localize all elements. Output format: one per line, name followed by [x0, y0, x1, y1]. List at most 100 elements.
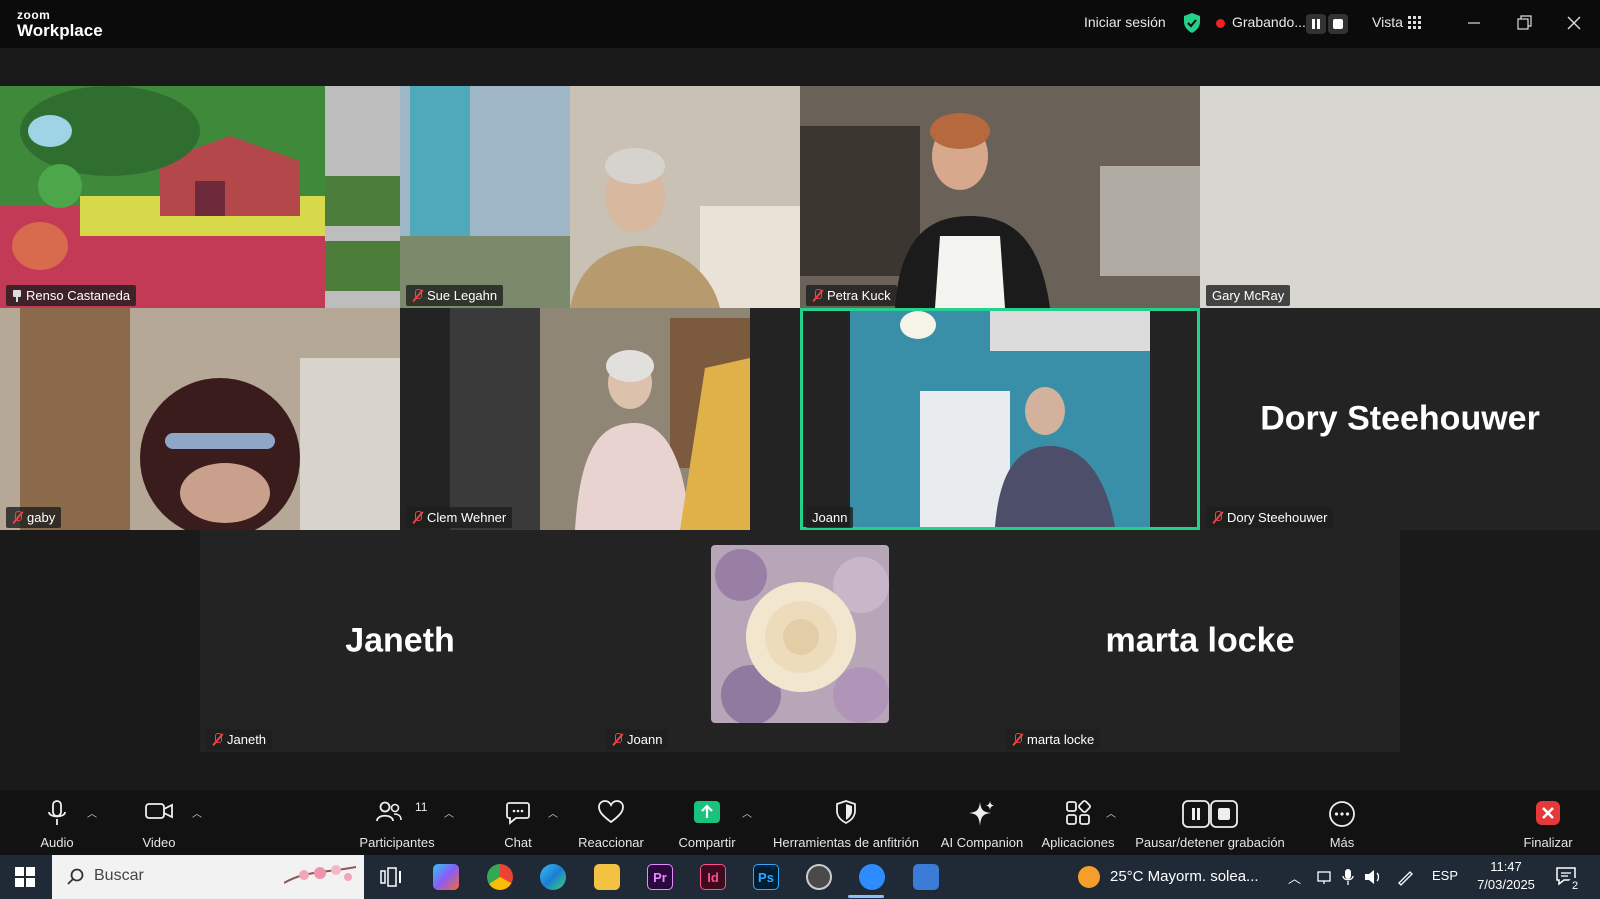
- signin-link[interactable]: Iniciar sesión: [1084, 14, 1166, 30]
- participant-name: gaby: [27, 510, 56, 525]
- petra-video-feed: [800, 86, 1200, 308]
- shield-check-icon[interactable]: [1183, 13, 1201, 33]
- search-highlight-image: [284, 865, 356, 884]
- zoom-taskbar-icon[interactable]: [859, 864, 885, 890]
- participant-name-tag: Clem Wehner: [406, 507, 513, 528]
- clem-video-feed: [450, 308, 750, 530]
- clock-date[interactable]: 7/03/2025: [1470, 877, 1542, 892]
- more-button[interactable]: Más: [1320, 790, 1364, 855]
- photos-icon[interactable]: [913, 864, 939, 890]
- heart-icon: [598, 800, 624, 824]
- stop-icon: [1333, 19, 1343, 29]
- indesign-icon[interactable]: Id: [700, 864, 726, 890]
- video-label: Video: [142, 835, 176, 850]
- ai-companion-button[interactable]: AI Companion: [938, 790, 1026, 855]
- participant-tile-active-speaker[interactable]: Joann: [800, 308, 1200, 530]
- apps-label: Aplicaciones: [1041, 835, 1115, 850]
- microphone-tray-icon[interactable]: [1342, 868, 1354, 886]
- participant-tile[interactable]: Gary McRay: [1200, 86, 1600, 308]
- host-tools-button[interactable]: Herramientas de anfitrión: [767, 790, 925, 855]
- participant-tile[interactable]: Clem Wehner: [400, 308, 800, 530]
- audio-options-chevron-up-icon[interactable]: ︿: [87, 805, 97, 820]
- participant-name-tag: Renso Castaneda: [6, 285, 137, 306]
- participants-button[interactable]: 11 Participantes: [355, 790, 439, 855]
- share-button[interactable]: Compartir: [672, 790, 742, 855]
- video-button[interactable]: Video: [132, 790, 186, 855]
- obs-icon[interactable]: [806, 864, 832, 890]
- network-icon[interactable]: [1316, 869, 1332, 885]
- pause-stop-recording-label: Pausar/detener grabación: [1135, 835, 1285, 850]
- mic-muted-icon: [1012, 733, 1023, 746]
- pen-icon[interactable]: [1396, 868, 1414, 886]
- participant-display-name: Dory Steehouwer: [1260, 399, 1540, 438]
- pause-recording-button[interactable]: [1306, 14, 1326, 34]
- participant-tile[interactable]: Joann: [600, 530, 1000, 752]
- end-x-icon: [1536, 801, 1560, 825]
- video-gallery: Renso Castaneda Sue Legahn Petra Kuck Ga…: [0, 48, 1600, 790]
- speaker-icon[interactable]: [1364, 869, 1382, 885]
- participants-count: 11: [415, 800, 428, 814]
- weather-text[interactable]: 25°C Mayorm. solea...: [1110, 868, 1259, 885]
- participant-name-tag: Joann: [606, 729, 669, 750]
- participant-tile[interactable]: Renso Castaneda: [0, 86, 400, 308]
- recording-dot-icon: [1216, 19, 1225, 28]
- app-logo: zoom Workplace: [17, 9, 103, 39]
- chat-icon: [506, 802, 530, 825]
- participant-tile[interactable]: Sue Legahn: [400, 86, 800, 308]
- close-icon[interactable]: [1560, 10, 1588, 36]
- participant-tile[interactable]: gaby: [0, 308, 400, 530]
- stop-recording-button[interactable]: [1328, 14, 1348, 34]
- participant-name: Petra Kuck: [827, 288, 891, 303]
- participant-name-tag: marta locke: [1006, 729, 1101, 750]
- weather-sun-icon[interactable]: [1078, 866, 1100, 888]
- more-icon: [1329, 801, 1355, 827]
- apps-options-chevron-up-icon[interactable]: ︿: [1106, 805, 1116, 820]
- notification-count-badge: 2: [1567, 878, 1583, 894]
- tray-chevron-up-icon[interactable]: ︿: [1288, 868, 1301, 887]
- apps-button[interactable]: Aplicaciones: [1036, 790, 1120, 855]
- premiere-icon[interactable]: Pr: [647, 864, 673, 890]
- grid-icon[interactable]: [1408, 16, 1421, 29]
- photoshop-icon[interactable]: Ps: [753, 864, 779, 890]
- video-options-chevron-up-icon[interactable]: ︿: [192, 805, 202, 820]
- participant-name-tag: Janeth: [206, 729, 273, 750]
- participants-options-chevron-up-icon[interactable]: ︿: [444, 805, 454, 820]
- file-explorer-icon[interactable]: [594, 864, 620, 890]
- participants-icon: [376, 801, 402, 822]
- share-options-chevron-up-icon[interactable]: ︿: [742, 805, 752, 820]
- participant-name: Joann: [812, 510, 848, 525]
- end-meeting-button[interactable]: Finalizar: [1516, 790, 1580, 855]
- task-view-icon[interactable]: [380, 866, 402, 888]
- gaby-video-feed: [0, 308, 400, 530]
- view-button[interactable]: Vista: [1372, 14, 1403, 30]
- participant-name-tag: Joann: [806, 507, 854, 528]
- sparkle-icon: [969, 801, 994, 826]
- logo-zoom: zoom: [17, 8, 51, 22]
- participant-tile[interactable]: Petra Kuck: [800, 86, 1200, 308]
- participant-tile[interactable]: Dory Steehouwer Dory Steehouwer: [1200, 308, 1600, 530]
- clock-time[interactable]: 11:47: [1476, 859, 1536, 874]
- chat-options-chevron-up-icon[interactable]: ︿: [548, 805, 558, 820]
- participant-name-tag: Sue Legahn: [406, 285, 504, 306]
- chat-button[interactable]: Chat: [495, 790, 541, 855]
- mic-muted-icon: [12, 511, 23, 524]
- participants-label: Participantes: [359, 835, 435, 850]
- chrome-icon[interactable]: [487, 864, 513, 890]
- participant-tile[interactable]: marta locke marta locke: [1000, 530, 1400, 752]
- restore-icon[interactable]: [1510, 10, 1538, 36]
- logo-workplace: Workplace: [17, 21, 103, 40]
- audio-button[interactable]: Audio: [30, 790, 84, 855]
- taskbar-search-box[interactable]: Buscar: [52, 855, 364, 899]
- pause-stop-recording-button[interactable]: Pausar/detener grabación: [1128, 790, 1292, 855]
- participant-name: Renso Castaneda: [26, 288, 131, 303]
- participant-name-tag: gaby: [6, 507, 62, 528]
- language-indicator[interactable]: ESP: [1432, 868, 1458, 883]
- participant-name: Sue Legahn: [427, 288, 498, 303]
- edge-icon[interactable]: [540, 864, 566, 890]
- windows-start-icon[interactable]: [15, 867, 35, 887]
- participant-tile[interactable]: Janeth Janeth: [200, 530, 600, 752]
- react-button[interactable]: Reaccionar: [573, 790, 649, 855]
- copilot-icon[interactable]: [433, 864, 459, 890]
- apps-icon: [1066, 800, 1091, 825]
- minimize-icon[interactable]: [1460, 10, 1488, 36]
